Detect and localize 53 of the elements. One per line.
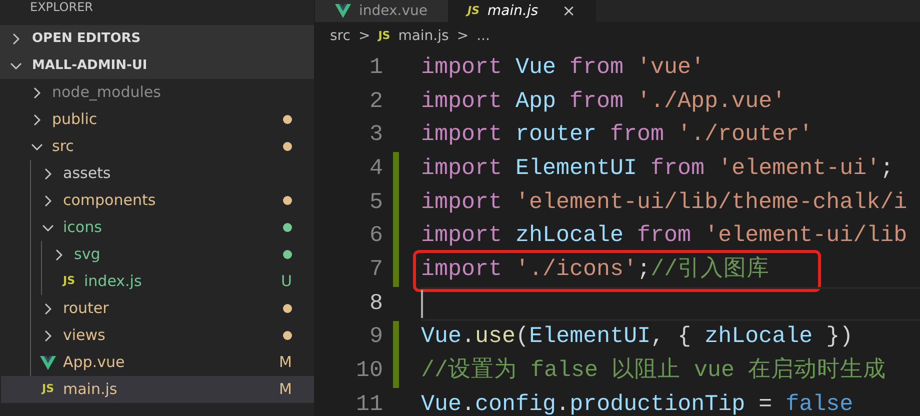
tree-item[interactable]: node_modules bbox=[0, 79, 314, 106]
line-number: 9 bbox=[368, 322, 384, 352]
js-file-icon: JS bbox=[468, 2, 480, 20]
line-number: 1 bbox=[368, 52, 384, 82]
tree-item[interactable]: assets bbox=[1, 160, 314, 187]
line-number: 10 bbox=[354, 356, 384, 386]
section-header[interactable]: OPEN EDITORS bbox=[0, 25, 314, 52]
js-file-icon: JS bbox=[42, 381, 54, 398]
tree-item[interactable]: src bbox=[0, 133, 314, 160]
code-line: import Vue from 'vue' bbox=[421, 52, 705, 82]
line-number: 6 bbox=[368, 221, 384, 250]
code-line: import router from './router' bbox=[421, 120, 813, 150]
js-file-icon: JS bbox=[378, 28, 390, 45]
vue-file-icon bbox=[40, 356, 56, 370]
section-header[interactable]: MALL-ADMIN-UI bbox=[0, 52, 314, 79]
line-number: 11 bbox=[354, 390, 384, 416]
sidebar-title: EXPLORER bbox=[30, 0, 93, 14]
close-button[interactable]: × bbox=[562, 0, 576, 23]
tree-item[interactable]: svg bbox=[2, 241, 314, 268]
editor-tab[interactable]: JS main.js × bbox=[448, 0, 596, 22]
git-status-letter: M bbox=[279, 352, 292, 374]
code-line: import App from './App.vue' bbox=[421, 86, 786, 116]
line-number: 2 bbox=[368, 86, 384, 116]
breadcrumb-item[interactable]: src bbox=[330, 26, 350, 47]
tree-item[interactable]: views bbox=[1, 322, 314, 349]
js-file-icon: JS bbox=[62, 273, 75, 290]
line-number: 3 bbox=[368, 120, 384, 150]
code-line: import 'element-ui/lib/theme-chalk/i bbox=[421, 188, 908, 217]
code-line: import ElementUI from 'element-ui'; bbox=[421, 154, 894, 184]
tree-item[interactable]: components bbox=[1, 187, 314, 214]
tree-item[interactable]: JS index.js U bbox=[2, 268, 314, 295]
tree-item[interactable]: icons bbox=[1, 214, 314, 241]
tree-item[interactable]: App.vue M bbox=[1, 349, 314, 376]
breadcrumb-item[interactable]: ... bbox=[476, 26, 490, 47]
git-status-letter: U bbox=[281, 271, 292, 292]
code-line: import './icons';//引入图库 bbox=[421, 255, 770, 284]
tree-item[interactable]: router bbox=[1, 295, 314, 322]
code-line: Vue.use(ElementUI, { zhLocale }) bbox=[421, 322, 854, 352]
code-line: import zhLocale from 'element-ui/lib bbox=[421, 221, 908, 250]
line-number: 8 bbox=[368, 288, 384, 318]
tree-item[interactable]: public bbox=[0, 106, 314, 133]
git-status-letter: M bbox=[279, 379, 292, 400]
breadcrumb-separator: > bbox=[456, 27, 469, 46]
code-line: //设置为 false 以阻止 vue 在启动时生成 bbox=[421, 356, 886, 386]
breadcrumb-separator: > bbox=[358, 27, 370, 46]
editor-tab[interactable]: index.vue bbox=[315, 0, 448, 22]
vue-file-icon bbox=[335, 4, 351, 18]
line-number: 4 bbox=[368, 154, 384, 184]
line-number: 5 bbox=[368, 188, 384, 217]
tree-item[interactable]: JS main.js M bbox=[1, 376, 314, 403]
breadcrumb-item[interactable]: main.js bbox=[398, 26, 449, 47]
code-line: Vue.config.productionTip = false bbox=[421, 390, 854, 416]
line-number: 7 bbox=[368, 255, 384, 284]
